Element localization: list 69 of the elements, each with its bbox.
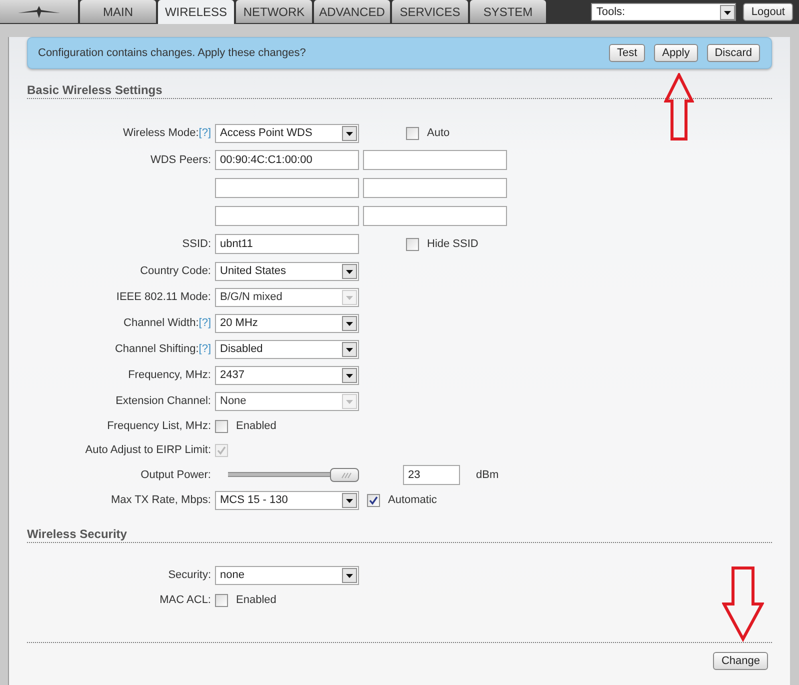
field-label: Country Code: [140,265,211,277]
field-label: Channel Shifting: [114,343,199,355]
slider-thumb[interactable] [330,468,359,482]
checkbox-label: Enabled [236,420,276,432]
caret-icon [342,290,357,304]
alert-button[interactable]: Test [608,44,646,62]
nav-tab[interactable]: SYSTEM [470,0,546,23]
field-label: Wireless Mode: [122,127,199,139]
field-label: Output Power: [140,468,211,480]
checkbox-label: Hide SSID [427,238,478,250]
nav-tab[interactable]: SERVICES [392,0,468,23]
checkbox-label: Automatic [388,494,437,506]
text-field[interactable]: ubnt11 [215,234,359,254]
dropdown[interactable]: none [215,566,359,584]
nav-tab[interactable]: WIRELESS [158,0,234,24]
nav-tab[interactable]: ADVANCED [314,0,390,23]
caret-icon [720,4,736,20]
tools-dropdown[interactable]: Tools: [591,3,736,21]
field-label: IEEE 802.11 Mode: [116,291,211,303]
text-field[interactable] [363,206,507,226]
field-label: Auto Adjust to EIRP Limit: [85,444,211,456]
field-label: Frequency List, MHz: [107,420,211,432]
logout-button[interactable]: Logout [743,3,793,21]
caret-icon [342,568,357,582]
text-field[interactable]: 23 [403,464,460,484]
checkbox[interactable] [406,126,419,140]
nav-tab[interactable]: NETWORK [236,0,312,23]
text-field[interactable] [363,178,507,198]
caret-icon [342,316,357,330]
field-label: Security: [168,569,211,581]
checkbox[interactable] [215,594,228,606]
field-label: SSID: [182,238,211,250]
checkbox[interactable] [406,238,419,250]
annotation-arrow [664,73,694,141]
field-label: WDS Peers: [150,154,211,166]
alert-button[interactable]: Discard [706,44,760,62]
alert-message: Configuration contains changes. Apply these changes? [38,47,307,59]
text-field[interactable] [215,178,359,198]
checkbox-label: Auto [427,127,450,139]
unit-label: dBm [476,468,499,480]
caret-icon [342,368,357,382]
dropdown[interactable]: 20 MHz [215,314,359,332]
dropdown[interactable]: MCS 15 - 130 [215,490,359,510]
caret-icon [342,342,357,356]
dropdown[interactable]: 2437 [215,366,359,384]
change-button[interactable]: Change [713,652,768,670]
text-field[interactable]: 00:90:4C:C1:00:00 [215,150,359,170]
dropdown[interactable]: Disabled [215,340,359,358]
text-field[interactable] [363,150,507,170]
alert-button[interactable]: Apply [654,44,698,62]
text-field[interactable] [215,206,359,226]
field-label: MAC ACL: [160,594,211,606]
section-title: Wireless Security [27,527,127,542]
field-label: Channel Width: [124,317,199,329]
caret-icon [342,264,357,278]
nav-tab[interactable]: MAIN [80,0,156,23]
field-label: Extension Channel: [116,395,211,407]
section-title: Basic Wireless Settings [27,83,162,98]
field-label: Max TX Rate, Mbps: [110,494,211,506]
checkbox-label: Enabled [236,594,276,606]
checkbox[interactable] [215,420,228,432]
caret-icon [342,126,357,140]
logo-icon [17,4,61,18]
field-label: Frequency, MHz: [128,369,211,381]
checkbox[interactable] [367,494,380,506]
dropdown[interactable]: Access Point WDS [215,124,359,142]
dropdown[interactable]: United States [215,262,359,280]
caret-icon [342,394,357,408]
caret-icon [342,492,357,508]
